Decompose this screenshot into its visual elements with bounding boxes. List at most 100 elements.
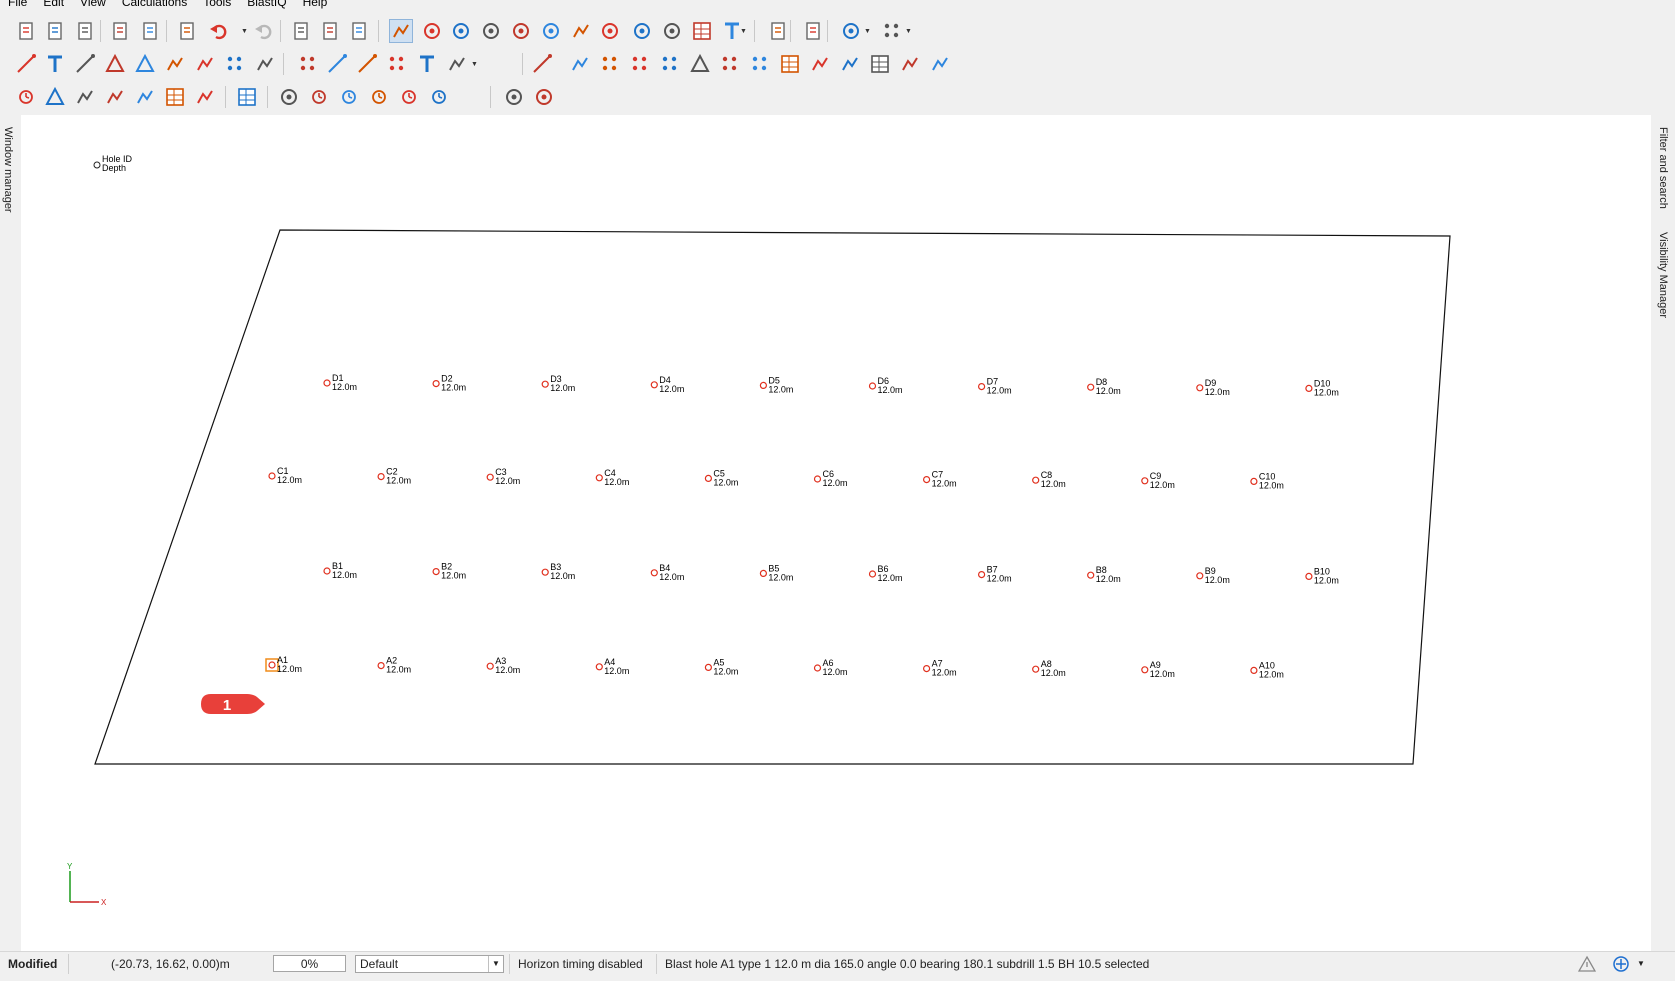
blast-hole-c4[interactable]: C412.0m bbox=[595, 468, 629, 487]
level-1-icon[interactable] bbox=[277, 85, 301, 109]
chevron-down-icon[interactable]: ▼ bbox=[471, 61, 478, 68]
blast-hole-b9[interactable]: B912.0m bbox=[1196, 566, 1230, 585]
blast-hole-d3[interactable]: D312.0m bbox=[541, 374, 575, 393]
blast-hole-d9[interactable]: D912.0m bbox=[1196, 378, 1230, 397]
menu-tools[interactable]: Tools bbox=[195, 0, 239, 9]
timing-cycle-icon[interactable] bbox=[427, 85, 451, 109]
blast-hole-a4[interactable]: A412.0m bbox=[595, 657, 629, 676]
design-arc-icon[interactable] bbox=[568, 52, 592, 76]
filter-icon[interactable] bbox=[801, 19, 825, 43]
rotate-view-icon[interactable] bbox=[539, 19, 563, 43]
blast-hole-d6[interactable]: D612.0m bbox=[868, 376, 903, 395]
menu-calculations[interactable]: Calculations bbox=[114, 0, 195, 9]
measure-icon[interactable] bbox=[163, 52, 187, 76]
profile-icon[interactable] bbox=[898, 52, 922, 76]
blast-hole-a3[interactable]: A312.0m bbox=[486, 656, 520, 675]
zoom-in-icon[interactable] bbox=[449, 19, 473, 43]
blast-hole-b5[interactable]: B512.0m bbox=[759, 563, 793, 582]
select-arrow-icon[interactable] bbox=[389, 19, 413, 43]
measure-bearing-icon[interactable] bbox=[193, 52, 217, 76]
grid-snap-icon[interactable] bbox=[839, 19, 863, 43]
window-manager-tab[interactable]: Window manager bbox=[2, 127, 14, 213]
paste-icon[interactable] bbox=[347, 19, 371, 43]
filter-and-search-tab[interactable]: Filter and search bbox=[1657, 127, 1669, 209]
blast-hole-d5[interactable]: D512.0m bbox=[759, 375, 793, 394]
undo-icon[interactable] bbox=[207, 19, 231, 43]
chevron-down-icon[interactable]: ▼ bbox=[905, 28, 912, 35]
blast-hole-b3[interactable]: B312.0m bbox=[541, 562, 575, 581]
design-viewport[interactable]: Hole ID Depth D1 12.0m D2 12.0m D3 12.0m D4 12.… bbox=[21, 115, 1651, 951]
blast-hole-a6[interactable]: A612.0m bbox=[813, 658, 848, 677]
cut-icon[interactable] bbox=[289, 19, 313, 43]
print-icon[interactable] bbox=[108, 19, 132, 43]
blast-hole-b10[interactable]: B1012.0m bbox=[1305, 566, 1339, 585]
warning-icon[interactable] bbox=[1577, 955, 1597, 973]
toggle-edit-icon[interactable] bbox=[193, 85, 217, 109]
ramp-icon[interactable] bbox=[688, 52, 712, 76]
blast-hole-c1[interactable]: C112.0m bbox=[268, 466, 302, 485]
surface-point-icon[interactable] bbox=[253, 52, 277, 76]
menu-blastiq[interactable]: BlastIQ bbox=[239, 0, 294, 9]
blast-hole-b6[interactable]: B612.0m bbox=[868, 564, 903, 583]
zoom-window-icon[interactable] bbox=[598, 19, 622, 43]
charge-icon[interactable] bbox=[838, 52, 862, 76]
blast-hole-a10[interactable]: A1012.0m bbox=[1250, 660, 1284, 679]
blast-hole-c10[interactable]: C1012.0m bbox=[1250, 471, 1284, 490]
blast-hole-a2[interactable]: A212.0m bbox=[377, 656, 411, 675]
menu-file[interactable]: File bbox=[0, 0, 35, 9]
timing-line-icon[interactable] bbox=[14, 85, 38, 109]
hole-check-icon[interactable] bbox=[748, 52, 772, 76]
blast-hole-d8[interactable]: D812.0m bbox=[1087, 377, 1121, 396]
hole-row-icon[interactable] bbox=[598, 52, 622, 76]
blast-hole-b4[interactable]: B412.0m bbox=[650, 563, 684, 582]
hexagon-icon[interactable] bbox=[928, 52, 952, 76]
blast-hole-a8[interactable]: A812.0m bbox=[1032, 659, 1066, 678]
draw-line-icon[interactable] bbox=[73, 52, 97, 76]
zoom-out-icon[interactable] bbox=[479, 19, 503, 43]
timing-subtract-icon[interactable] bbox=[397, 85, 421, 109]
pan-hand-icon[interactable] bbox=[569, 19, 593, 43]
boundary-box-icon[interactable] bbox=[778, 52, 802, 76]
chevron-down-icon[interactable]: ▼ bbox=[740, 28, 747, 35]
blast-hole-c6[interactable]: C612.0m bbox=[813, 469, 848, 488]
layers-icon[interactable] bbox=[690, 19, 714, 43]
new-file-icon[interactable] bbox=[14, 19, 38, 43]
print-preview-icon[interactable] bbox=[138, 19, 162, 43]
hole-number-icon[interactable] bbox=[385, 52, 409, 76]
blast-hole-d2[interactable]: D212.0m bbox=[432, 374, 466, 393]
3d-view-icon[interactable] bbox=[660, 19, 684, 43]
add-hole-icon[interactable] bbox=[223, 52, 247, 76]
hole-pattern-icon[interactable] bbox=[658, 52, 682, 76]
save-icon[interactable] bbox=[73, 19, 97, 43]
zoom-previous-icon[interactable] bbox=[509, 19, 533, 43]
add-point-icon[interactable] bbox=[14, 52, 38, 76]
chevron-down-icon[interactable]: ▼ bbox=[488, 956, 503, 972]
blast-hole-c3[interactable]: C312.0m bbox=[486, 467, 520, 486]
blast-hole-b8[interactable]: B812.0m bbox=[1087, 565, 1121, 584]
add-text-icon[interactable] bbox=[43, 52, 67, 76]
blast-hole-a7[interactable]: A712.0m bbox=[922, 659, 957, 678]
draw-triangle-icon[interactable] bbox=[133, 52, 157, 76]
menu-help[interactable]: Help bbox=[295, 0, 336, 9]
lock-icon[interactable] bbox=[766, 19, 790, 43]
wave-chart-icon[interactable] bbox=[133, 85, 157, 109]
section-icon[interactable] bbox=[868, 52, 892, 76]
delete-icon[interactable] bbox=[175, 19, 199, 43]
upload-cloud-icon[interactable] bbox=[532, 85, 556, 109]
blast-hole-b1[interactable]: B112.0m bbox=[323, 561, 357, 580]
drill-rig-icon[interactable] bbox=[445, 52, 469, 76]
dimension-tool-icon[interactable] bbox=[355, 52, 379, 76]
blast-hole-c7[interactable]: C712.0m bbox=[922, 470, 957, 489]
blast-hole-c8[interactable]: C812.0m bbox=[1032, 470, 1066, 489]
blast-hole-c5[interactable]: C512.0m bbox=[704, 468, 738, 487]
contour-icon[interactable] bbox=[73, 85, 97, 109]
hole-array-icon[interactable] bbox=[718, 52, 742, 76]
layer-select[interactable]: Default ▼ bbox=[355, 955, 504, 973]
grid-display-icon[interactable] bbox=[880, 19, 904, 43]
blast-hole-a9[interactable]: A912.0m bbox=[1141, 660, 1175, 679]
blast-hole-c2[interactable]: C212.0m bbox=[377, 467, 411, 486]
sum-tool-icon[interactable] bbox=[415, 52, 439, 76]
menu-edit[interactable]: Edit bbox=[35, 0, 72, 9]
open-folder-icon[interactable] bbox=[43, 19, 67, 43]
blast-hole-b2[interactable]: B212.0m bbox=[432, 562, 466, 581]
